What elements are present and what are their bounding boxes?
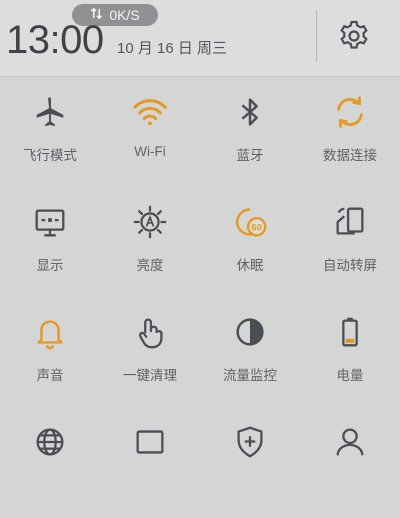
tile-display[interactable]: 显示 — [0, 188, 100, 298]
tile-label: 电量 — [336, 368, 364, 383]
tile-bluetooth[interactable]: 蓝牙 — [200, 78, 300, 188]
clock-date: 10 月 16 日 周三 — [117, 40, 228, 57]
globe-icon — [30, 422, 70, 462]
person-icon — [330, 422, 370, 462]
brightness-auto-icon — [130, 202, 170, 242]
tile-one-key-clean[interactable]: 一键清理 — [100, 298, 200, 408]
network-speed-text: 0K/S — [109, 7, 140, 23]
tile-brightness[interactable]: 亮度 — [100, 188, 200, 298]
tile-label: 显示 — [36, 258, 64, 273]
sleep-badge-text: 60 — [251, 223, 262, 234]
quick-settings-grid: 飞行模式 Wi-Fi 蓝牙 数据连接 显示 亮度 60 休眠 自动转屏 声音 一… — [0, 78, 400, 458]
wifi-icon — [130, 92, 170, 132]
tile-screen[interactable] — [100, 408, 200, 518]
data-sync-icon — [330, 92, 370, 132]
tile-label: Wi-Fi — [134, 144, 166, 159]
tile-person[interactable] — [300, 408, 400, 518]
status-header: 0K/S 13:00 10 月 16 日 周三 — [0, 0, 400, 77]
sleep-timer-icon: 60 — [230, 202, 270, 242]
tile-label: 一键清理 — [123, 368, 177, 383]
tile-label: 蓝牙 — [236, 148, 264, 163]
tile-wifi[interactable]: Wi-Fi — [100, 78, 200, 188]
traffic-monitor-icon — [230, 312, 270, 352]
settings-gear-icon[interactable] — [336, 18, 372, 54]
tile-label: 流量监控 — [223, 368, 277, 383]
airplane-icon — [30, 92, 70, 132]
tile-airplane-mode[interactable]: 飞行模式 — [0, 78, 100, 188]
display-icon — [30, 202, 70, 242]
tile-label: 休眠 — [236, 258, 264, 273]
tile-label: 亮度 — [136, 258, 164, 273]
tile-data-connection[interactable]: 数据连接 — [300, 78, 400, 188]
tile-label: 飞行模式 — [23, 148, 77, 163]
screen-icon — [130, 422, 170, 462]
clock-time: 13:00 — [6, 18, 104, 62]
tile-label: 自动转屏 — [323, 258, 377, 273]
tile-label: 数据连接 — [323, 148, 377, 163]
tile-label: 声音 — [36, 368, 64, 383]
tile-sound[interactable]: 声音 — [0, 298, 100, 408]
tile-sleep[interactable]: 60 休眠 — [200, 188, 300, 298]
tile-traffic-monitor[interactable]: 流量监控 — [200, 298, 300, 408]
tile-globe[interactable] — [0, 408, 100, 518]
rotate-screen-icon — [330, 202, 370, 242]
tile-battery[interactable]: 电量 — [300, 298, 400, 408]
shield-plus-icon — [230, 422, 270, 462]
tap-clean-icon — [130, 312, 170, 352]
bell-icon — [30, 312, 70, 352]
bluetooth-icon — [230, 92, 270, 132]
tile-auto-rotate[interactable]: 自动转屏 — [300, 188, 400, 298]
tile-shield[interactable] — [200, 408, 300, 518]
battery-icon — [330, 312, 370, 352]
header-divider — [316, 10, 317, 62]
